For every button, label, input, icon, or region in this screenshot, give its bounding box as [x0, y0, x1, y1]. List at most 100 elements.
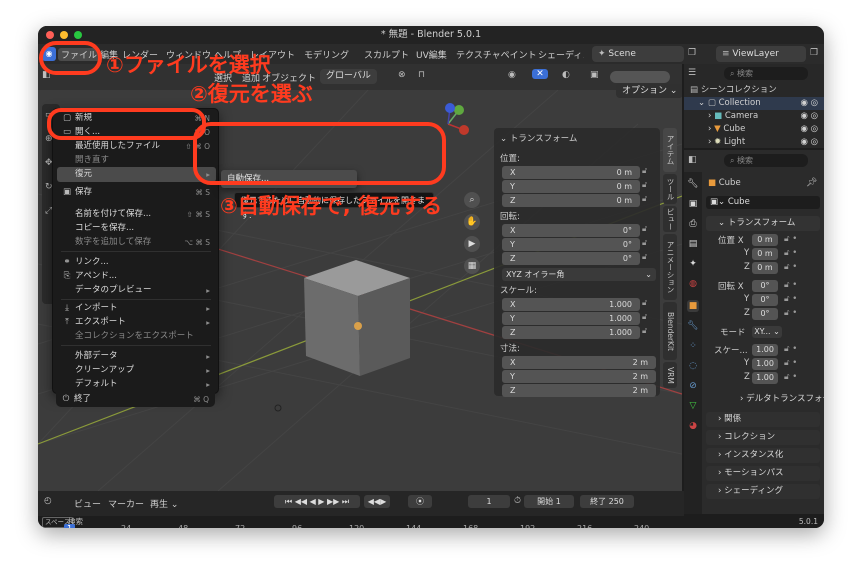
outliner-item-camera[interactable]: › ■ Camera ◉ ◎ [684, 110, 824, 123]
scale-y-field[interactable]: Y 1.000 [502, 312, 640, 325]
orientation-selector[interactable]: グローバル [320, 69, 377, 84]
minimize-window-icon[interactable] [60, 31, 68, 39]
timeline-menu-marker[interactable]: マーカー [108, 497, 144, 510]
menu-item-export[interactable]: ⤒ エクスポート ▸ [57, 315, 216, 330]
menu-item-save-incremental[interactable]: 数字を追加して保存 ⌥ ⌘ S [57, 235, 216, 250]
properties-editor-icon[interactable]: ◧ [688, 155, 697, 165]
scale-z-field[interactable]: 1.00 [752, 372, 778, 384]
scale-x-field[interactable]: 1.00 [752, 344, 778, 356]
visibility-icon[interactable]: ◉ ◎ [800, 123, 818, 136]
close-window-icon[interactable] [46, 31, 54, 39]
data-tab-icon[interactable]: ▽ [687, 400, 699, 412]
lock-icon[interactable]: 🔓︎ [642, 298, 647, 308]
tab-shading[interactable]: シェーディング [538, 48, 584, 61]
rotation-y-field[interactable]: 0° [752, 294, 778, 306]
timeline-menu-view[interactable]: ビュー [74, 497, 101, 510]
scene-selector[interactable]: ✦ Scene [592, 46, 684, 62]
menu-item-defaults[interactable]: デフォルト ▸ [57, 377, 216, 391]
location-x-field[interactable]: 0 m [752, 234, 778, 246]
visibility-icon[interactable]: ◉ [508, 70, 516, 80]
menu-item-data-preview[interactable]: データのプレビュー ▸ [57, 283, 216, 298]
tab-blenderkit[interactable]: BlenderKit [663, 302, 677, 360]
delta-transform-section[interactable]: › デルタトランスフォーム [706, 392, 824, 407]
visibility-icon[interactable]: ◉ ◎ [800, 136, 818, 148]
lock-icon[interactable]: 🔓︎ [642, 166, 647, 176]
object-name-field[interactable]: ▣⌄ Cube [706, 196, 820, 209]
menu-item-save[interactable]: ▣ 保存 ⌘ S [57, 185, 216, 200]
menu-item-link[interactable]: ⚭ リンク... [57, 255, 216, 270]
new-scene-icon[interactable]: ❐ [688, 48, 696, 58]
render-tab-icon[interactable]: ▣ [687, 198, 699, 210]
dimensions-x-field[interactable]: X2 m [502, 356, 656, 369]
object-tab-icon[interactable]: ■ [687, 300, 699, 312]
overlay-icon[interactable]: ◐ [562, 70, 570, 80]
view-layer-selector[interactable]: ≡ ViewLayer [716, 46, 806, 62]
frame-start-field[interactable]: 開始 1 [524, 495, 574, 508]
scale-x-field[interactable]: X 1.000 [502, 298, 640, 311]
shading-mode-group[interactable] [610, 71, 670, 83]
lock-icon[interactable]: 🔓︎ [642, 312, 647, 322]
instancing-section[interactable]: › インスタンス化 [706, 448, 820, 463]
menu-item-recover[interactable]: 復元 ▸ [57, 167, 216, 182]
collections-section[interactable]: › コレクション [706, 430, 820, 445]
timeline-menu-playback[interactable]: 再生 ⌄ [150, 497, 178, 510]
cube[interactable] [304, 260, 410, 376]
tab-animation[interactable]: アニメーション [663, 234, 677, 300]
motion-paths-section[interactable]: › モーションパス [706, 466, 820, 481]
lock-icon[interactable]: 🔓︎ • [784, 294, 797, 304]
lock-icon[interactable]: 🔓︎ • [784, 358, 797, 368]
tab-item[interactable]: アイテム [663, 128, 677, 172]
tab-uv-editing[interactable]: UV編集 [416, 48, 447, 61]
rotation-y-field[interactable]: Y 0° [502, 238, 640, 251]
modifier-tab-icon[interactable]: 🔧︎ [687, 320, 699, 332]
particles-tab-icon[interactable]: ⁘ [687, 340, 699, 352]
outliner-item-light[interactable]: › ✹ Light ◉ ◎ [684, 136, 824, 148]
outliner-item-cube[interactable]: › ▼ Cube ◉ ◎ [684, 123, 824, 136]
menu-item-quit[interactable]: ⏻ 終了 ⌘ Q [56, 392, 215, 407]
relations-section[interactable]: › 関係 [706, 412, 820, 427]
menu-item-external-data[interactable]: 外部データ ▸ [57, 349, 216, 364]
rotation-mode-select[interactable]: XYZ オイラー角 ⌄ [502, 268, 656, 281]
snap-icon[interactable]: ⊓ [418, 70, 425, 80]
xray-icon[interactable]: ▣ [590, 70, 599, 80]
transform-panel-title[interactable]: ⌄ トランスフォーム [500, 132, 577, 144]
pin-icon[interactable]: 📌︎ [806, 178, 817, 188]
rotation-mode-select[interactable]: XY... ⌄ [752, 326, 782, 338]
shading-section[interactable]: › シェーディング [706, 484, 820, 499]
menu-item-export-all-collections[interactable]: 全コレクションをエクスポート [57, 329, 216, 344]
options-button[interactable]: オプション ⌄ [616, 84, 682, 98]
menu-item-save-copy[interactable]: コピーを保存... [57, 221, 216, 236]
lock-icon[interactable]: 🔓︎ [642, 326, 647, 336]
scene-tab-icon[interactable]: ✦ [687, 258, 699, 270]
physics-tab-icon[interactable]: ◌ [687, 360, 699, 372]
zoom-window-icon[interactable] [74, 31, 82, 39]
rotation-z-field[interactable]: 0° [752, 308, 778, 320]
rotation-x-field[interactable]: X 0° [502, 224, 640, 237]
world-tab-icon[interactable]: ◍ [687, 278, 699, 290]
gizmo-toggle-icon[interactable]: ✕ [532, 69, 548, 79]
transform-section-header[interactable]: ⌄ トランスフォーム [706, 216, 820, 231]
tab-texture-paint[interactable]: テクスチャペイント [456, 48, 537, 61]
outliner-editor-icon[interactable]: ☰ [688, 68, 696, 78]
tab-tool[interactable]: ツール [663, 174, 677, 204]
keyframe-jump[interactable]: ◀◀▶ [364, 495, 390, 508]
lock-icon[interactable]: 🔓︎ • [784, 234, 797, 244]
menu-item-cleanup[interactable]: クリーンアップ ▸ [57, 363, 216, 378]
playback-controls[interactable]: ⏮ ◀◀ ◀ ▶ ▶▶ ⏭ [274, 495, 360, 508]
tool-tab-icon[interactable]: 🔧︎ [687, 178, 699, 190]
constraints-tab-icon[interactable]: ⊘ [687, 380, 699, 392]
lock-icon[interactable]: 🔓︎ • [784, 248, 797, 258]
location-z-field[interactable]: Z0 m [502, 194, 640, 207]
frame-end-field[interactable]: 終了 250 [580, 495, 634, 508]
menu-item-import[interactable]: ⤓ インポート ▸ [57, 301, 216, 316]
lock-icon[interactable]: 🔓︎ • [784, 280, 797, 290]
new-view-layer-icon[interactable]: ❐ [810, 48, 818, 58]
tab-modeling[interactable]: モデリング [304, 48, 349, 61]
camera-view-icon[interactable]: ▶ [464, 236, 480, 252]
scale-y-field[interactable]: 1.00 [752, 358, 778, 370]
menu-item-append[interactable]: ⎘ アペンド... [57, 269, 216, 284]
visibility-icon[interactable]: ◉ ◎ [800, 110, 818, 123]
lock-icon[interactable]: 🔓︎ • [784, 344, 797, 354]
tab-view[interactable]: ビュー [663, 206, 677, 232]
tab-sculpt[interactable]: スカルプト [364, 48, 409, 61]
